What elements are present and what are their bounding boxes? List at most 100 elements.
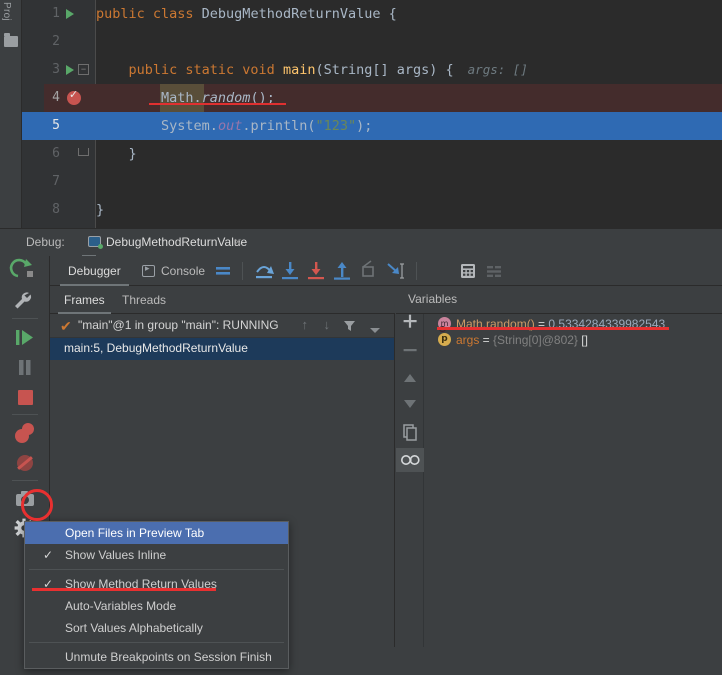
- code-token-main: main: [282, 62, 316, 78]
- annotation-underline-random: [149, 103, 286, 105]
- line-number-6: 6: [52, 146, 60, 161]
- menu-divider-2: [29, 642, 284, 643]
- thread-label: "main"@1 in group "main": RUNNING: [78, 318, 279, 332]
- code-token-string: "123": [315, 118, 357, 134]
- rerun-icon[interactable]: [0, 256, 50, 286]
- code-token-close6: }: [128, 146, 137, 162]
- menu-item-open-files-preview[interactable]: Open Files in Preview Tab: [25, 522, 288, 544]
- code-token-println: .println(: [242, 118, 316, 134]
- tab-frames[interactable]: Frames: [58, 286, 111, 314]
- force-step-into-icon[interactable]: [306, 256, 326, 286]
- tab-threads[interactable]: Threads: [116, 286, 172, 314]
- step-over-icon[interactable]: [254, 256, 274, 286]
- menu-item-unmute-breakpoints[interactable]: Unmute Breakpoints on Session Finish: [25, 646, 288, 668]
- tab-debugger[interactable]: Debugger: [60, 256, 129, 286]
- editor-code-area[interactable]: public class DebugMethodReturnValue { pu…: [96, 0, 722, 228]
- variable-eq-1: =: [479, 333, 494, 347]
- menu-item-sort-values-alphabetically[interactable]: Sort Values Alphabetically: [25, 617, 288, 639]
- layout-settings-icon[interactable]: [484, 256, 504, 286]
- menu-item-auto-variables-mode[interactable]: Auto-Variables Mode: [25, 595, 288, 617]
- inline-hint-args: args: []: [467, 62, 528, 77]
- thread-running-icon: ✔: [60, 318, 72, 334]
- code-token-brace: {: [380, 6, 397, 22]
- line-number-5: 5: [52, 118, 60, 133]
- toolbar-divider-b: [416, 262, 417, 280]
- code-token-sig: (String[] args) {: [315, 62, 454, 78]
- annotation-underline-menu-item: [32, 588, 216, 591]
- stop-icon[interactable]: [0, 382, 50, 412]
- toolbar-divider-1: [12, 318, 38, 319]
- variable-name-1: args: [456, 333, 480, 347]
- menu-item-show-values-inline[interactable]: ✓ Show Values Inline: [25, 544, 288, 566]
- move-down-button[interactable]: [396, 392, 424, 416]
- move-up-button[interactable]: [396, 366, 424, 390]
- pause-program-icon[interactable]: [0, 352, 50, 382]
- variables-toolbar: [396, 314, 424, 675]
- left-toolwindow-strip: Proj: [0, 0, 22, 228]
- view-breakpoints-icon[interactable]: [0, 418, 50, 448]
- stack-frame-row[interactable]: main:5, DebugMethodReturnValue: [50, 338, 394, 360]
- frames-nav-up[interactable]: ↑: [302, 317, 309, 332]
- code-indent-6: [96, 146, 129, 162]
- debug-session-tab[interactable]: DebugMethodReturnValue ×: [82, 229, 247, 257]
- chevron-down-icon[interactable]: [370, 321, 380, 339]
- variables-panel[interactable]: m Math.random() = 0.5334284339982543 p a…: [424, 314, 722, 675]
- menu-item-label: Unmute Breakpoints on Session Finish: [65, 650, 272, 664]
- line-number-1: 1: [52, 6, 60, 21]
- frames-nav-down[interactable]: ↓: [324, 317, 331, 332]
- toolbar-divider-a: [242, 262, 243, 280]
- evaluate-expression-icon[interactable]: [458, 256, 478, 286]
- frames-threads-tabs: Frames Threads: [50, 286, 395, 314]
- show-execution-point-icon[interactable]: [216, 256, 230, 286]
- step-into-icon[interactable]: [280, 256, 300, 286]
- code-token-close8: }: [96, 202, 105, 218]
- code-line-8: }: [96, 196, 722, 224]
- variables-header: Variables: [396, 286, 722, 314]
- line-number-3: 3: [52, 62, 60, 77]
- variable-text-1: args = {String[0]@802} []: [456, 332, 588, 349]
- menu-item-show-method-return-values[interactable]: ✓ Show Method Return Values: [25, 573, 288, 595]
- settings-wrench-icon[interactable]: [0, 286, 50, 316]
- variable-row-args[interactable]: p args = {String[0]@802} []: [424, 332, 722, 349]
- run-gutter-icon-line1[interactable]: [66, 9, 74, 19]
- close-icon[interactable]: ×: [234, 234, 242, 249]
- debug-session-title: DebugMethodReturnValue: [106, 235, 248, 249]
- thread-row[interactable]: ✔ "main"@1 in group "main": RUNNING ↑ ↓: [50, 314, 394, 338]
- menu-item-label: Show Values Inline: [65, 548, 167, 562]
- code-token-kw3: public static void: [128, 62, 283, 78]
- menu-divider-1: [29, 569, 284, 570]
- remove-watch-button[interactable]: [396, 338, 424, 362]
- debugger-toolbar: Debugger Console: [50, 256, 722, 286]
- settings-context-menu[interactable]: Open Files in Preview Tab ✓ Show Values …: [24, 521, 289, 669]
- menu-item-label: Open Files in Preview Tab: [65, 526, 205, 540]
- fold-minus-icon-line3[interactable]: −: [78, 64, 89, 75]
- variables-title: Variables: [408, 292, 458, 306]
- parameter-icon: p: [438, 333, 451, 346]
- fold-end-icon-line6[interactable]: [78, 148, 89, 156]
- filter-icon[interactable]: [343, 319, 356, 337]
- mute-breakpoints-icon[interactable]: [0, 448, 50, 478]
- code-line-6: }: [96, 140, 722, 168]
- breakpoint-icon-line4[interactable]: [67, 88, 81, 105]
- menu-item-label: Auto-Variables Mode: [65, 599, 177, 613]
- check-icon: ✓: [43, 577, 54, 591]
- resume-program-icon[interactable]: [0, 322, 50, 352]
- code-token-out: out: [217, 118, 243, 134]
- code-editor[interactable]: 1 2 3 4 5 6 7 8 − public class DebugMeth…: [22, 0, 722, 228]
- code-token-end5: );: [356, 118, 373, 134]
- drop-frame-icon[interactable]: [358, 256, 378, 286]
- tab-console-label: Console: [161, 264, 206, 278]
- run-to-cursor-icon[interactable]: [384, 256, 406, 286]
- step-out-icon[interactable]: [332, 256, 352, 286]
- variable-row-method-return[interactable]: m Math.random() = 0.5334284339982543: [424, 316, 722, 333]
- line-number-7: 7: [52, 174, 60, 189]
- run-gutter-icon-line3[interactable]: [66, 65, 74, 75]
- sidebar-item-project[interactable]: Proj: [1, 2, 12, 21]
- add-watch-button[interactable]: [396, 314, 424, 338]
- code-line-3: public static void main(String[] args) {…: [96, 56, 722, 84]
- copy-icon[interactable]: [396, 420, 424, 444]
- debug-toolwindow-header: Debug: DebugMethodReturnValue ×: [0, 228, 722, 257]
- folder-icon[interactable]: [4, 33, 18, 47]
- watches-icon[interactable]: [396, 448, 424, 472]
- console-icon: [142, 263, 155, 277]
